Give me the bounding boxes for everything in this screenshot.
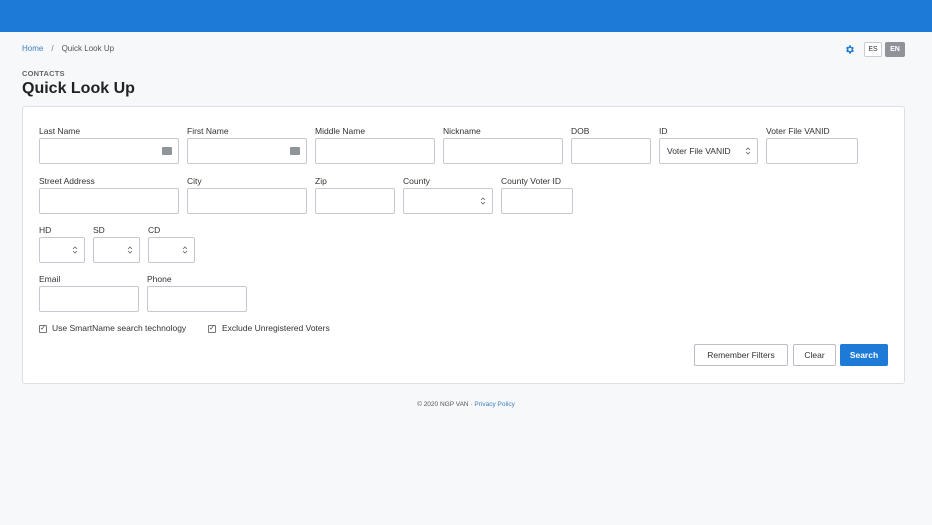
hd-label: HD — [39, 225, 52, 235]
first-name-input[interactable] — [187, 138, 307, 164]
county-label: County — [403, 176, 430, 186]
select-caret-icon — [480, 197, 486, 205]
exclude-unregistered-checkbox[interactable]: ✓ — [208, 325, 216, 333]
nickname-label: Nickname — [443, 126, 481, 136]
contact-card-icon — [162, 147, 172, 155]
select-caret-icon — [745, 147, 751, 155]
last-name-input[interactable] — [39, 138, 179, 164]
last-name-label: Last Name — [39, 126, 81, 136]
search-form-panel: Last Name First Name Middle Name Nicknam… — [22, 106, 905, 384]
sd-label: SD — [93, 225, 105, 235]
select-caret-icon — [182, 246, 188, 254]
county-voter-id-label: County Voter ID — [501, 176, 562, 186]
id-type-select[interactable]: Voter File VANID — [659, 138, 758, 164]
breadcrumb-separator: / — [51, 44, 54, 53]
language-en-button[interactable]: EN — [885, 42, 905, 57]
exclude-unregistered-checkbox-label: Exclude Unregistered Voters — [222, 323, 330, 333]
phone-input[interactable] — [147, 286, 247, 312]
breadcrumb-home-link[interactable]: Home — [22, 44, 43, 53]
nickname-input[interactable] — [443, 138, 563, 164]
voter-file-vanid-input[interactable] — [766, 138, 858, 164]
sd-select[interactable] — [93, 237, 140, 263]
contact-card-icon — [290, 147, 300, 155]
hd-select[interactable] — [39, 237, 85, 263]
select-caret-icon — [72, 246, 78, 254]
street-address-input[interactable] — [39, 188, 179, 214]
voter-file-vanid-label: Voter File VANID — [766, 126, 830, 136]
gear-icon[interactable] — [844, 44, 855, 55]
remember-filters-button[interactable]: Remember Filters — [694, 344, 788, 366]
city-label: City — [187, 176, 202, 186]
cd-label: CD — [148, 225, 161, 235]
middle-name-label: Middle Name — [315, 126, 366, 136]
language-es-button[interactable]: ES — [864, 42, 882, 57]
smartname-checkbox[interactable]: ✓ — [39, 325, 47, 333]
middle-name-input[interactable] — [315, 138, 435, 164]
footer: © 2020 NGP VAN · Privacy Policy — [0, 401, 932, 408]
county-voter-id-input[interactable] — [501, 188, 573, 214]
select-caret-icon — [127, 246, 133, 254]
zip-input[interactable] — [315, 188, 395, 214]
section-label: CONTACTS — [22, 69, 65, 78]
zip-label: Zip — [315, 176, 327, 186]
dob-input[interactable] — [571, 138, 651, 164]
search-button[interactable]: Search — [840, 344, 888, 366]
page-title: Quick Look Up — [22, 80, 135, 97]
breadcrumb-current: Quick Look Up — [61, 44, 115, 53]
cd-select[interactable] — [148, 237, 195, 263]
first-name-label: First Name — [187, 126, 229, 136]
clear-button[interactable]: Clear — [793, 344, 836, 366]
email-input[interactable] — [39, 286, 139, 312]
city-input[interactable] — [187, 188, 307, 214]
smartname-checkbox-label: Use SmartName search technology — [52, 323, 187, 333]
breadcrumb: Home / Quick Look Up — [22, 44, 114, 53]
copyright-text: © 2020 NGP VAN — [417, 401, 469, 408]
dob-label: DOB — [571, 126, 590, 136]
privacy-policy-link[interactable]: Privacy Policy — [474, 401, 514, 408]
top-nav-bar — [0, 0, 932, 32]
id-type-selected-value: Voter File VANID — [667, 146, 731, 156]
id-type-label: ID — [659, 126, 668, 136]
street-address-label: Street Address — [39, 176, 95, 186]
county-select[interactable] — [403, 188, 493, 214]
phone-label: Phone — [147, 274, 172, 284]
footer-divider: · — [470, 401, 473, 408]
email-label: Email — [39, 274, 61, 284]
